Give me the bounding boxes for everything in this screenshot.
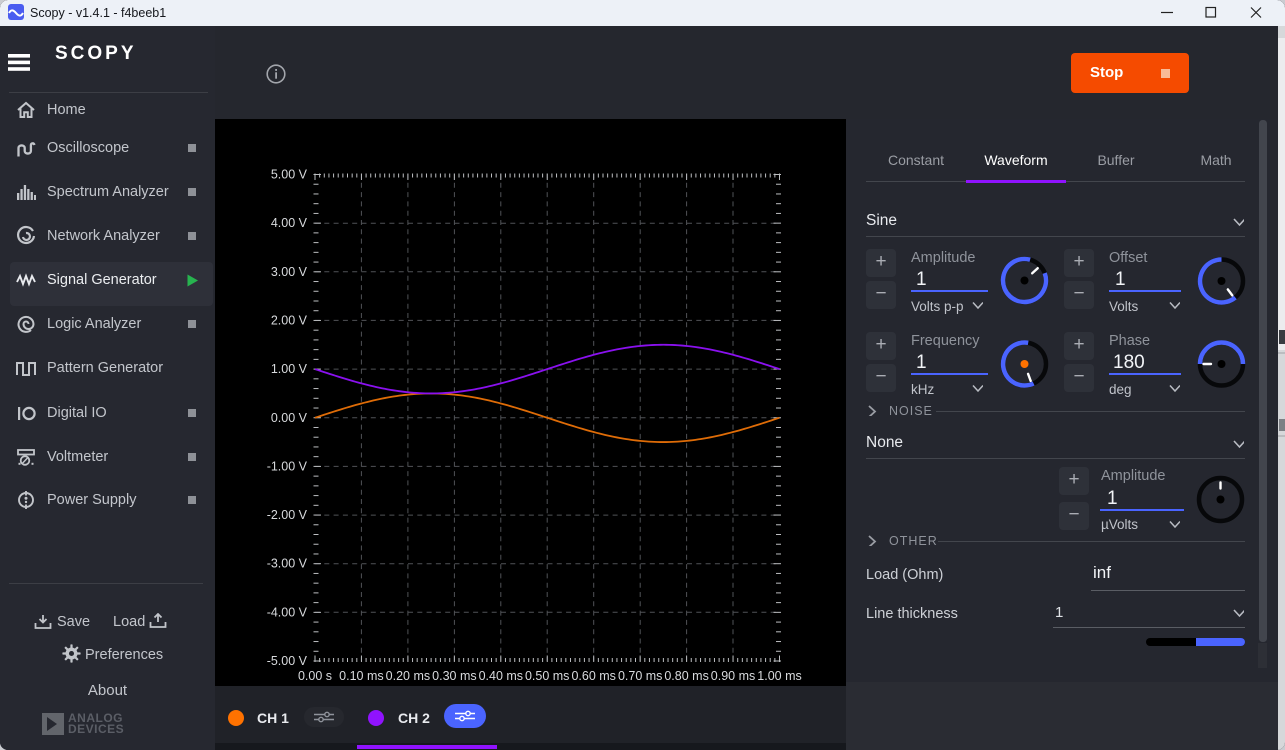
svg-text:0.50 ms: 0.50 ms xyxy=(525,669,569,683)
svg-text:0.60 ms: 0.60 ms xyxy=(571,669,615,683)
svg-text:5.00 V: 5.00 V xyxy=(271,168,308,182)
svg-text:-1.00 V: -1.00 V xyxy=(267,459,308,473)
svg-text:0.80 ms: 0.80 ms xyxy=(664,669,708,683)
svg-text:1.00 V: 1.00 V xyxy=(271,362,308,376)
svg-text:0.40 ms: 0.40 ms xyxy=(479,669,523,683)
svg-text:-5.00 V: -5.00 V xyxy=(267,654,308,668)
svg-text:0.10 ms: 0.10 ms xyxy=(339,669,383,683)
svg-text:-3.00 V: -3.00 V xyxy=(267,557,308,571)
svg-text:0.00 V: 0.00 V xyxy=(271,411,308,425)
svg-text:-2.00 V: -2.00 V xyxy=(267,508,308,522)
svg-text:1.00 ms: 1.00 ms xyxy=(757,669,801,683)
svg-text:0.90 ms: 0.90 ms xyxy=(711,669,755,683)
svg-text:2.00 V: 2.00 V xyxy=(271,313,308,327)
svg-text:4.00 V: 4.00 V xyxy=(271,216,308,230)
svg-text:0.20 ms: 0.20 ms xyxy=(386,669,430,683)
svg-text:0.30 ms: 0.30 ms xyxy=(432,669,476,683)
svg-text:-4.00 V: -4.00 V xyxy=(267,605,308,619)
svg-text:3.00 V: 3.00 V xyxy=(271,265,308,279)
svg-text:0.00 s: 0.00 s xyxy=(298,669,332,683)
svg-text:0.70 ms: 0.70 ms xyxy=(618,669,662,683)
